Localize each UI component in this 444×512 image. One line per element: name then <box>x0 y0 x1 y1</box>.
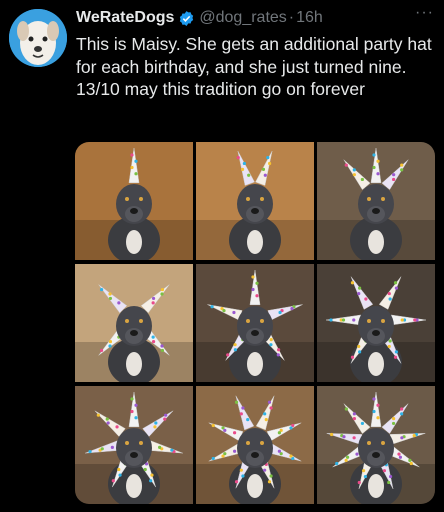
avatar[interactable] <box>9 9 67 67</box>
more-horizontal-icon[interactable]: ··· <box>415 4 434 22</box>
dog-photo <box>317 386 435 504</box>
photo-tile[interactable] <box>196 386 314 504</box>
dog-avatar-image <box>9 9 67 67</box>
photo-tile[interactable] <box>196 264 314 382</box>
photo-grid[interactable] <box>75 142 435 504</box>
display-name[interactable]: WeRateDogs <box>76 9 174 27</box>
timestamp[interactable]: 16h <box>296 9 323 27</box>
separator-dot: · <box>288 9 295 26</box>
dog-photo <box>317 264 435 382</box>
tweet-header: WeRateDogs @dog_rates · 16h ··· <box>76 4 434 28</box>
photo-tile[interactable] <box>75 264 193 382</box>
dog-photo <box>196 264 314 382</box>
dog-photo <box>196 386 314 504</box>
dog-photo <box>317 142 435 260</box>
photo-tile[interactable] <box>75 386 193 504</box>
handle[interactable]: @dog_rates <box>199 9 286 27</box>
dog-photo <box>75 386 193 504</box>
photo-tile[interactable] <box>317 386 435 504</box>
photo-tile[interactable] <box>317 264 435 382</box>
photo-tile[interactable] <box>196 142 314 260</box>
dog-photo <box>196 142 314 260</box>
tweet-text: This is Maisy. She gets an additional pa… <box>76 34 432 99</box>
dog-photo <box>75 142 193 260</box>
verified-badge-icon <box>178 10 195 27</box>
photo-tile[interactable] <box>317 142 435 260</box>
photo-tile[interactable] <box>75 142 193 260</box>
dog-photo <box>75 264 193 382</box>
